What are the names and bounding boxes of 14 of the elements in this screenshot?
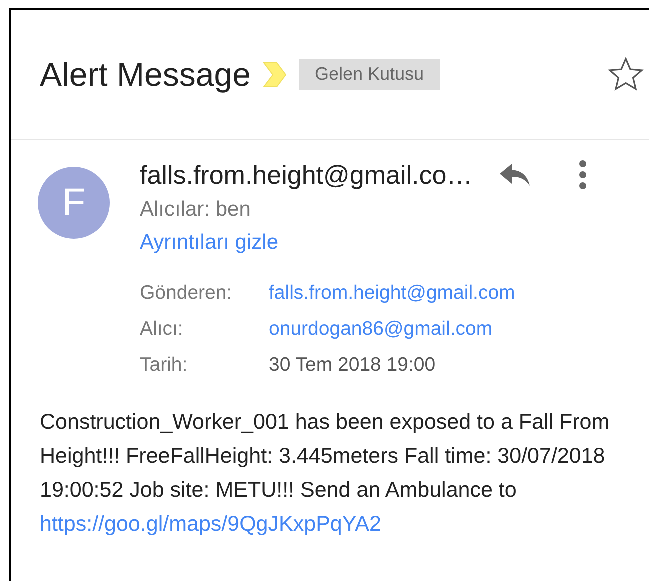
sender-avatar: F bbox=[38, 167, 110, 239]
detail-label: Gönderen: bbox=[140, 281, 234, 306]
email-link[interactable]: onurdogan86@gmail.com bbox=[269, 311, 649, 347]
detail-value: 30 Tem 2018 19:00 bbox=[269, 353, 437, 378]
recipients-summary: Alıcılar: ben bbox=[140, 197, 252, 223]
sender-name: falls.from.height@gmail.co… bbox=[140, 159, 473, 192]
message-body: Construction_Worker_001 has been exposed to a Fall From Height!!! FreeFallHeight: 3.445meters Fall time: 30/07/2018 19:00:52 Job site: METU!!! Send an Ambulance to https://goo.gl/maps/9QgJKxpPqYA2 bbox=[40, 409, 611, 538]
mail-subject: Alert Message bbox=[40, 56, 251, 94]
detail-label: Alıcı: bbox=[140, 317, 184, 342]
hide-details-link[interactable]: Ayrıntıları gizle bbox=[140, 225, 278, 261]
detail-label: Tarih: bbox=[140, 353, 189, 378]
map-link[interactable]: https://goo.gl/maps/9QgJKxpPqYA2 bbox=[40, 512, 382, 536]
email-link[interactable]: falls.from.height@gmail.com bbox=[269, 275, 649, 311]
inbox-label: Gelen Kutusu bbox=[298, 59, 440, 90]
